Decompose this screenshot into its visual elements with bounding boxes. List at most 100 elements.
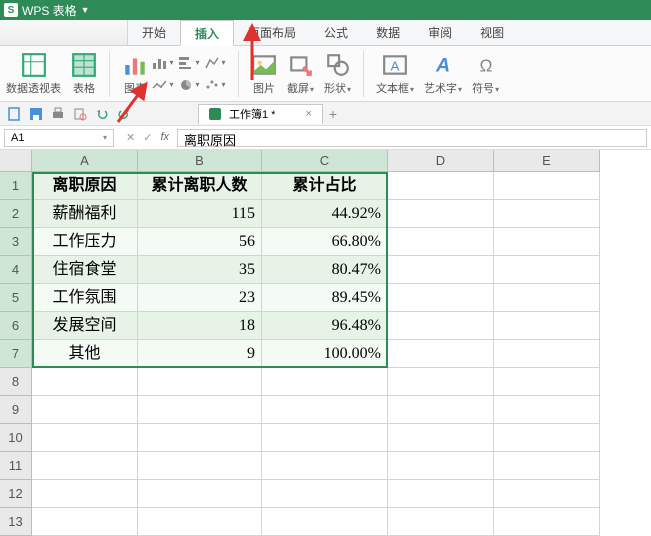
cell[interactable]: [494, 200, 600, 228]
cell[interactable]: [388, 312, 494, 340]
tab-formula[interactable]: 公式: [310, 20, 362, 45]
cell[interactable]: [388, 480, 494, 508]
pivot-table-button[interactable]: 数据透视表: [6, 52, 61, 96]
bar-chart-icon[interactable]: ▾: [152, 53, 174, 73]
cell[interactable]: [388, 424, 494, 452]
cell[interactable]: [388, 200, 494, 228]
cell[interactable]: [494, 172, 600, 200]
cell[interactable]: 离职原因: [32, 172, 138, 200]
row-header[interactable]: 8: [0, 368, 32, 396]
new-icon[interactable]: [6, 106, 22, 122]
cell[interactable]: [138, 480, 262, 508]
hbar-chart-icon[interactable]: ▾: [178, 53, 200, 73]
cell[interactable]: 其他: [32, 340, 138, 368]
col-header-B[interactable]: B: [138, 150, 262, 172]
cell[interactable]: [388, 368, 494, 396]
cell[interactable]: [388, 228, 494, 256]
row-header[interactable]: 4: [0, 256, 32, 284]
chart-button[interactable]: 图表: [122, 52, 148, 96]
stock-chart-icon[interactable]: ▾: [204, 53, 226, 73]
tab-data[interactable]: 数据: [362, 20, 414, 45]
tab-view[interactable]: 视图: [466, 20, 518, 45]
cell[interactable]: [494, 312, 600, 340]
cell[interactable]: 累计离职人数: [138, 172, 262, 200]
document-tab[interactable]: 工作簿1 * ×: [198, 104, 323, 124]
cell[interactable]: 9: [138, 340, 262, 368]
cell[interactable]: [388, 508, 494, 536]
formula-input[interactable]: 离职原因: [177, 129, 647, 147]
col-header-E[interactable]: E: [494, 150, 600, 172]
cell[interactable]: 89.45%: [262, 284, 388, 312]
cell[interactable]: [32, 452, 138, 480]
textbox-button[interactable]: A 文本框▾: [376, 52, 414, 96]
row-header[interactable]: 11: [0, 452, 32, 480]
col-header-D[interactable]: D: [388, 150, 494, 172]
cell[interactable]: 18: [138, 312, 262, 340]
cell[interactable]: [262, 508, 388, 536]
table-button[interactable]: 表格: [71, 52, 97, 96]
cell[interactable]: [138, 424, 262, 452]
print-preview-icon[interactable]: [72, 106, 88, 122]
cell[interactable]: [388, 256, 494, 284]
redo-icon[interactable]: [116, 106, 132, 122]
symbol-button[interactable]: Ω 符号▾: [472, 52, 499, 96]
cell[interactable]: 工作压力: [32, 228, 138, 256]
tab-review[interactable]: 审阅: [414, 20, 466, 45]
cell[interactable]: 100.00%: [262, 340, 388, 368]
cell[interactable]: [494, 340, 600, 368]
cell[interactable]: 115: [138, 200, 262, 228]
cell[interactable]: [388, 172, 494, 200]
select-all-corner[interactable]: [0, 150, 32, 172]
wordart-button[interactable]: A 艺术字▾: [424, 52, 462, 96]
cell[interactable]: [494, 256, 600, 284]
col-header-A[interactable]: A: [32, 150, 138, 172]
row-header[interactable]: 5: [0, 284, 32, 312]
row-header[interactable]: 2: [0, 200, 32, 228]
row-header[interactable]: 3: [0, 228, 32, 256]
cell[interactable]: 80.47%: [262, 256, 388, 284]
cell[interactable]: [388, 284, 494, 312]
cell[interactable]: [262, 424, 388, 452]
cell[interactable]: [494, 368, 600, 396]
pie-chart-icon[interactable]: ▾: [178, 75, 200, 95]
cell[interactable]: [494, 396, 600, 424]
cell[interactable]: [262, 396, 388, 424]
undo-icon[interactable]: [94, 106, 110, 122]
row-header[interactable]: 10: [0, 424, 32, 452]
enter-icon[interactable]: ✓: [143, 131, 152, 144]
cell[interactable]: [388, 396, 494, 424]
cell[interactable]: [494, 424, 600, 452]
add-tab-button[interactable]: +: [329, 106, 337, 122]
picture-button[interactable]: 图片: [251, 52, 277, 96]
cell[interactable]: 56: [138, 228, 262, 256]
cell[interactable]: [494, 480, 600, 508]
cell[interactable]: [494, 452, 600, 480]
tab-insert[interactable]: 插入: [180, 20, 234, 46]
cell[interactable]: [494, 508, 600, 536]
cell[interactable]: [32, 396, 138, 424]
cell[interactable]: [262, 452, 388, 480]
cell[interactable]: 累计占比: [262, 172, 388, 200]
fx-icon[interactable]: fx: [160, 131, 169, 144]
cell[interactable]: [494, 228, 600, 256]
cell[interactable]: 住宿食堂: [32, 256, 138, 284]
cell[interactable]: 23: [138, 284, 262, 312]
line-chart-icon[interactable]: ▾: [152, 75, 174, 95]
row-header[interactable]: 1: [0, 172, 32, 200]
name-box[interactable]: A1 ▾: [4, 129, 114, 147]
scatter-chart-icon[interactable]: ▾: [204, 75, 226, 95]
row-header[interactable]: 7: [0, 340, 32, 368]
save-icon[interactable]: [28, 106, 44, 122]
row-header[interactable]: 6: [0, 312, 32, 340]
name-box-dropdown-icon[interactable]: ▾: [103, 133, 107, 142]
tab-home[interactable]: 开始: [128, 20, 180, 45]
cell[interactable]: [32, 508, 138, 536]
app-menu-dropdown-icon[interactable]: ▼: [81, 5, 90, 15]
cell[interactable]: [388, 340, 494, 368]
shape-button[interactable]: 形状▾: [324, 52, 351, 96]
spreadsheet-grid[interactable]: A B C D E 1离职原因累计离职人数累计占比2薪酬福利11544.92%3…: [0, 150, 651, 536]
cell[interactable]: [138, 452, 262, 480]
cell[interactable]: 发展空间: [32, 312, 138, 340]
cell[interactable]: [138, 396, 262, 424]
cell[interactable]: 工作氛围: [32, 284, 138, 312]
